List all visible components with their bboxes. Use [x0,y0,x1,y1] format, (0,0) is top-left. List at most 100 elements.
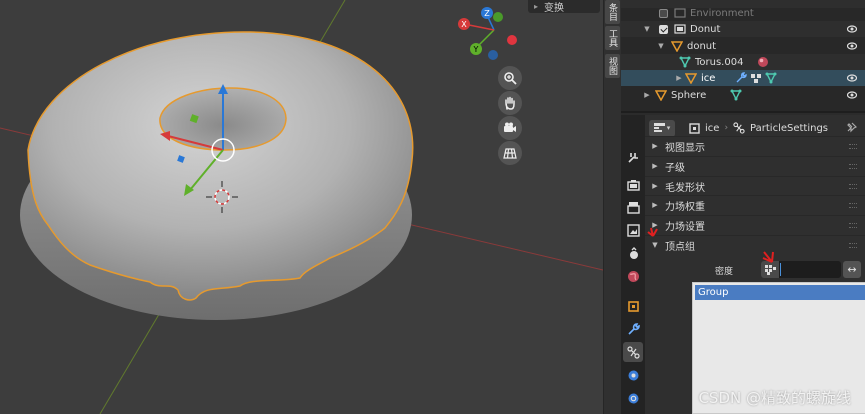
outliner-label: Sphere [671,89,707,101]
outliner-row-torus[interactable]: Torus.004 [621,54,865,70]
tab-tool[interactable]: 工具 [605,26,620,50]
grid-icon [503,148,517,159]
editor-type-button[interactable]: ▾ [649,119,675,137]
gizmo-z-label: Z [484,9,490,18]
perspective-toggle-button[interactable] [498,141,522,165]
expand-arrow-icon[interactable]: ▶ [675,74,683,82]
collection-icon [674,8,686,18]
panel-label: 力场设置 [665,221,705,233]
outliner-label: donut [687,40,717,52]
mesh-data-icon [765,72,777,84]
mesh-data-icon [679,56,691,68]
mesh-data-icon [730,89,742,101]
panel-force-field-settings[interactable]: ▶ 力场设置 [645,215,865,234]
object-icon [627,300,639,312]
outliner-row-environment[interactable]: Environment [621,5,865,21]
camera-view-button[interactable] [498,116,522,140]
drag-handle-icon[interactable] [849,223,857,228]
outliner-label: Donut [690,23,721,35]
outliner-row-donut-collection[interactable]: ▼ Donut [621,21,865,37]
drag-handle-icon[interactable] [849,243,857,248]
transform-tab[interactable]: ▸ 变换 [528,0,600,14]
sidebar-tabs: 条目 工具 视图 [603,0,621,414]
tab-constraints[interactable] [623,388,643,408]
outliner-row-sphere[interactable]: ▶ Sphere [621,87,865,103]
pin-icon[interactable] [846,122,857,133]
output-icon [626,201,640,214]
drag-handle-icon[interactable] [849,203,857,208]
expand-arrow-icon: ▶ [652,142,658,150]
outliner-row-donut[interactable]: ▼ donut [621,38,865,54]
tab-modifiers[interactable] [623,319,643,339]
tab-scene[interactable] [623,243,643,263]
breadcrumb-separator-icon: › [724,123,729,133]
panel-field-weights[interactable]: ▶ 力场权重 [645,195,865,214]
collapse-arrow-icon[interactable]: ▼ [643,25,651,33]
tab-view[interactable]: 视图 [605,54,620,78]
outliner-label: ice [701,72,716,84]
panel-label: 顶点组 [665,241,695,253]
zoom-icon [504,72,517,85]
eye-icon[interactable] [847,73,857,83]
expand-arrow-icon: ▸ [534,2,539,11]
outliner[interactable]: Environment ▼ Donut ▼ donut Torus.004 ▶ … [621,0,865,113]
expand-arrow-icon: ▶ [652,221,658,229]
pan-button[interactable] [498,91,522,115]
modifier-wrench-icon [736,72,748,83]
eye-icon[interactable] [847,90,857,100]
tab-item[interactable]: 条目 [605,0,620,24]
tab-object[interactable] [623,296,643,316]
density-vertex-group-field[interactable] [761,261,841,278]
panel-viewport-display[interactable]: ▶ 视图显示 [645,136,865,155]
density-label: 密度 [714,267,733,277]
gizmo-x-label: X [461,20,467,29]
wrench-icon [627,322,640,335]
tab-world[interactable] [623,266,643,286]
zoom-button[interactable] [498,66,522,90]
viewport-scene[interactable]: Z Y X [0,0,603,414]
dropdown-item-group[interactable]: Group [695,285,865,300]
panel-children[interactable]: ▶ 子级 [645,156,865,175]
right-editor-column: Environment ▼ Donut ▼ donut Torus.004 ▶ … [621,0,865,414]
expand-arrow-icon: ▶ [652,162,658,170]
tab-output[interactable] [623,197,643,217]
scene-icon [629,246,638,259]
outliner-label: Torus.004 [695,56,744,68]
particles-icon [733,122,745,134]
tab-tool-settings[interactable] [623,147,643,167]
panel-hair-shape[interactable]: ▶ 毛发形状 [645,176,865,195]
gizmo-y-label: Y [473,45,479,54]
eye-icon[interactable] [847,41,857,51]
drag-handle-icon[interactable] [849,164,857,169]
tab-render[interactable] [623,175,643,195]
constraint-icon [628,393,638,403]
tab-physics[interactable] [623,365,643,385]
panel-vertex-groups[interactable]: ▼ 顶点组 [645,235,865,254]
breadcrumb-object: ice [705,122,720,134]
image-icon [626,223,640,237]
invert-density-button[interactable]: ↔ [843,261,861,278]
drag-handle-icon[interactable] [849,184,857,189]
physics-icon [628,370,638,380]
panel-label: 力场权重 [665,201,705,213]
panel-label: 视图显示 [665,142,705,154]
3d-viewport[interactable]: Z Y X ▸ 变换 [0,0,603,414]
tab-view-layer[interactable] [623,220,643,240]
exclude-checkbox[interactable] [659,8,668,18]
drag-handle-icon[interactable] [849,144,857,149]
particles-icon [751,74,762,83]
mesh-object-icon [671,41,683,52]
vertex-group-icon [761,261,779,278]
particles-icon [626,345,640,359]
hand-icon [505,96,515,110]
expand-arrow-icon[interactable]: ▶ [643,91,651,99]
mesh-object-icon [655,90,667,101]
outliner-row-ice[interactable]: ▶ ice [621,70,865,86]
material-icon [758,57,769,67]
expand-arrow-icon: ▶ [652,201,658,209]
collapse-arrow-icon[interactable]: ▼ [657,42,665,50]
include-checkbox[interactable] [659,24,668,34]
eye-icon[interactable] [847,24,857,34]
tab-particles[interactable] [623,342,643,362]
render-icon [626,179,640,191]
